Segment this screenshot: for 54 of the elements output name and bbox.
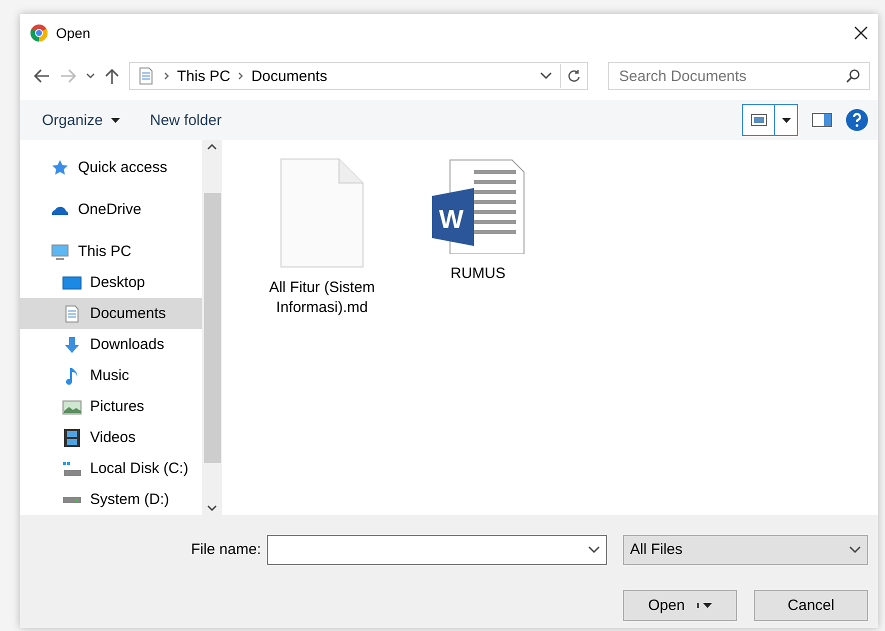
picture-icon [750,114,766,126]
breadcrumb[interactable]: This PC [177,68,230,84]
nav-item[interactable]: This PC [20,236,202,267]
back-button[interactable] [34,69,50,83]
chevron-icon [238,72,244,80]
refresh-icon [567,69,581,83]
close-button[interactable] [854,26,868,40]
nav-item[interactable]: Quick access [20,152,202,183]
dialog-button[interactable]: Cancel [754,590,868,622]
drive-icon [62,496,82,504]
monitor-icon [50,242,70,262]
file-item[interactable]: All Fitur (Sistem Informasi).md [262,158,382,318]
nav-item[interactable]: Downloads [20,329,202,360]
recent-locations-button[interactable] [86,73,95,79]
preview-pane-button[interactable] [812,113,832,127]
nav-item[interactable]: Desktop [20,267,202,298]
down-arrow-icon [62,334,82,354]
star-icon [50,158,70,178]
toolbar-button[interactable]: New folder [142,108,230,132]
dialog-button[interactable]: Open [623,590,737,622]
nav-item[interactable]: Local Disk (C:) [20,453,202,484]
file-name-label: File name: [190,541,261,558]
address-bar[interactable]: This PC Documents [129,62,588,90]
blank-file-icon [280,158,364,268]
dropdown-icon [588,546,600,554]
file-type-dropdown[interactable]: All Files [623,534,868,565]
caret-icon [110,118,120,122]
search-icon [846,69,860,83]
file-name-field[interactable] [267,534,607,565]
caret-icon [782,118,790,122]
scrollbar[interactable] [202,140,222,515]
toolbar-button[interactable]: Organize [34,108,128,132]
up-button[interactable] [105,68,119,84]
view-menu-button[interactable] [775,105,797,135]
search-field[interactable]: Search Documents [608,62,870,90]
browser-logo-icon [30,24,48,42]
breadcrumb[interactable]: Documents [251,68,328,84]
view-button[interactable] [743,105,775,135]
chevron-icon [164,72,169,80]
nav-item[interactable]: Documents [20,298,202,329]
caret-icon [702,603,712,608]
nav-item[interactable]: Videos [20,422,202,453]
window-title: Open [56,25,92,41]
nav-item[interactable]: OneDrive [20,194,202,225]
file-item[interactable]: W RUMUS [418,158,538,284]
help-button[interactable] [846,109,868,131]
up-chevron-icon [207,144,217,150]
down-chevron-icon [207,505,217,511]
nav-item[interactable]: System (D:) [20,484,202,515]
nav-item[interactable]: Music [20,360,202,391]
nav-item[interactable]: Pictures [20,391,202,422]
dropdown-icon [540,72,552,80]
dropdown-icon [849,546,861,554]
film-icon [62,428,82,448]
